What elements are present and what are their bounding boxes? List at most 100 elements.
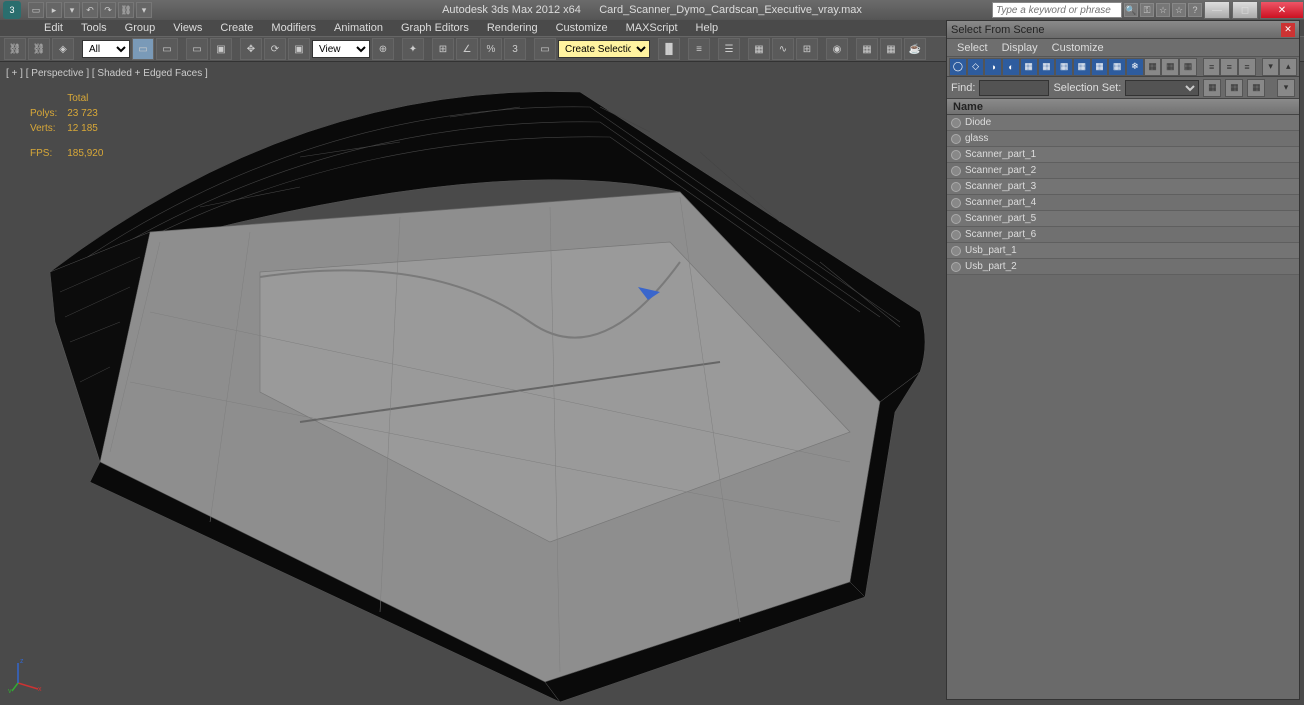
redo-icon[interactable]: ↷ xyxy=(100,2,116,18)
window-crossing-icon[interactable]: ▣ xyxy=(210,38,232,60)
help-icon[interactable]: ? xyxy=(1188,3,1202,17)
link-icon[interactable]: ⛓ xyxy=(118,2,134,18)
selset-btn1-icon[interactable]: ▦ xyxy=(1203,79,1221,97)
filter-cameras-icon[interactable]: ◐ xyxy=(1002,58,1020,76)
selset-btn2-icon[interactable]: ▦ xyxy=(1225,79,1243,97)
percent-snap-icon[interactable]: % xyxy=(480,38,502,60)
menu-views[interactable]: Views xyxy=(165,22,210,34)
filter-spacewarps-icon[interactable]: ▦ xyxy=(1038,58,1056,76)
menu-maxscript[interactable]: MAXScript xyxy=(618,22,686,34)
list-item[interactable]: Scanner_part_4 xyxy=(947,195,1299,211)
render-setup-icon[interactable]: ▦ xyxy=(856,38,878,60)
open-icon[interactable]: ▸ xyxy=(46,2,62,18)
render-icon[interactable]: ☕ xyxy=(904,38,926,60)
visibility-toggle-icon[interactable] xyxy=(951,230,961,240)
visibility-toggle-icon[interactable] xyxy=(951,214,961,224)
filter-geometry-icon[interactable]: ◯ xyxy=(949,58,967,76)
sfs-list[interactable]: DiodeglassScanner_part_1Scanner_part_2Sc… xyxy=(947,115,1299,699)
filter-shapes-icon[interactable]: ◇ xyxy=(967,58,985,76)
named-selset-combo[interactable]: Create Selection Se xyxy=(558,40,650,58)
material-editor-icon[interactable]: ◉ xyxy=(826,38,848,60)
list-item[interactable]: Usb_part_1 xyxy=(947,243,1299,259)
expand-icon[interactable]: ▴ xyxy=(1279,58,1297,76)
filter-bones-icon[interactable]: ▦ xyxy=(1091,58,1109,76)
list-item[interactable]: Scanner_part_3 xyxy=(947,179,1299,195)
filter-frozen-icon[interactable]: ❄ xyxy=(1126,58,1144,76)
link-icon[interactable]: ⛓ xyxy=(4,38,26,60)
select-none-icon[interactable]: ▦ xyxy=(1161,58,1179,76)
list-item[interactable]: Scanner_part_5 xyxy=(947,211,1299,227)
visibility-toggle-icon[interactable] xyxy=(951,134,961,144)
close-button[interactable]: ✕ xyxy=(1260,1,1304,19)
find-input[interactable] xyxy=(979,80,1049,96)
menu-animation[interactable]: Animation xyxy=(326,22,391,34)
menu-create[interactable]: Create xyxy=(212,22,261,34)
visibility-toggle-icon[interactable] xyxy=(951,182,961,192)
star-icon[interactable]: ☆ xyxy=(1156,3,1170,17)
menu-edit[interactable]: Edit xyxy=(36,22,71,34)
select-all-icon[interactable]: ▦ xyxy=(1144,58,1162,76)
key-icon[interactable]: ⚿ xyxy=(1140,3,1154,17)
select-name-icon[interactable]: ▭ xyxy=(156,38,178,60)
bind-icon[interactable]: ◈ xyxy=(52,38,74,60)
undo-icon[interactable]: ↶ xyxy=(82,2,98,18)
pivot-icon[interactable]: ⊕ xyxy=(372,38,394,60)
select-invert-icon[interactable]: ▦ xyxy=(1179,58,1197,76)
sfs-menu-customize[interactable]: Customize xyxy=(1052,42,1104,54)
graphite-icon[interactable]: ▦ xyxy=(748,38,770,60)
collapse-icon[interactable]: ▾ xyxy=(1262,58,1280,76)
visibility-toggle-icon[interactable] xyxy=(951,246,961,256)
binoculars-icon[interactable]: 🔍 xyxy=(1124,3,1138,17)
move-icon[interactable]: ✥ xyxy=(240,38,262,60)
sfs-column-header[interactable]: Name xyxy=(947,99,1299,115)
schematic-icon[interactable]: ⊞ xyxy=(796,38,818,60)
list-item[interactable]: Scanner_part_2 xyxy=(947,163,1299,179)
options-icon[interactable]: ▾ xyxy=(1277,79,1295,97)
menu-help[interactable]: Help xyxy=(688,22,727,34)
visibility-toggle-icon[interactable] xyxy=(951,198,961,208)
filter-helpers-icon[interactable]: ▦ xyxy=(1020,58,1038,76)
selection-filter-combo[interactable]: All xyxy=(82,40,130,58)
visibility-toggle-icon[interactable] xyxy=(951,166,961,176)
list-item[interactable]: Scanner_part_1 xyxy=(947,147,1299,163)
sfs-menu-display[interactable]: Display xyxy=(1002,42,1038,54)
save-icon[interactable]: ▾ xyxy=(64,2,80,18)
sfs-titlebar[interactable]: Select From Scene ✕ xyxy=(947,21,1299,39)
mirror-icon[interactable]: ▐▌ xyxy=(658,38,680,60)
search-input[interactable] xyxy=(992,2,1122,18)
list-view2-icon[interactable]: ≡ xyxy=(1220,58,1238,76)
list-item[interactable]: glass xyxy=(947,131,1299,147)
app-icon[interactable]: 3 xyxy=(3,1,21,19)
editnamed-icon[interactable]: ▭ xyxy=(534,38,556,60)
spinner-snap-icon[interactable]: 3 xyxy=(504,38,526,60)
menu-customize[interactable]: Customize xyxy=(548,22,616,34)
new-icon[interactable]: ▭ xyxy=(28,2,44,18)
menu-rendering[interactable]: Rendering xyxy=(479,22,546,34)
visibility-toggle-icon[interactable] xyxy=(951,262,961,272)
sfs-close-button[interactable]: ✕ xyxy=(1281,23,1295,37)
filter-containers-icon[interactable]: ▦ xyxy=(1108,58,1126,76)
rect-select-icon[interactable]: ▭ xyxy=(186,38,208,60)
layers-icon[interactable]: ☰ xyxy=(718,38,740,60)
menu-tools[interactable]: Tools xyxy=(73,22,115,34)
visibility-toggle-icon[interactable] xyxy=(951,118,961,128)
render-frame-icon[interactable]: ▦ xyxy=(880,38,902,60)
selset-btn3-icon[interactable]: ▦ xyxy=(1247,79,1265,97)
filter-xrefs-icon[interactable]: ▦ xyxy=(1073,58,1091,76)
star2-icon[interactable]: ☆ xyxy=(1172,3,1186,17)
list-view-icon[interactable]: ≡ xyxy=(1203,58,1221,76)
ref-coord-combo[interactable]: View xyxy=(312,40,370,58)
list-item[interactable]: Scanner_part_6 xyxy=(947,227,1299,243)
align-icon[interactable]: ≡ xyxy=(688,38,710,60)
list-item[interactable]: Diode xyxy=(947,115,1299,131)
filter-lights-icon[interactable]: ◑ xyxy=(984,58,1002,76)
manipulate-icon[interactable]: ✦ xyxy=(402,38,424,60)
axis-gizmo[interactable]: z x y xyxy=(8,657,44,693)
angle-snap-icon[interactable]: ∠ xyxy=(456,38,478,60)
dropdown-icon[interactable]: ▾ xyxy=(136,2,152,18)
sfs-menu-select[interactable]: Select xyxy=(957,42,988,54)
minimize-button[interactable]: — xyxy=(1204,1,1230,19)
curve-editor-icon[interactable]: ∿ xyxy=(772,38,794,60)
visibility-toggle-icon[interactable] xyxy=(951,150,961,160)
maximize-button[interactable]: ◻ xyxy=(1232,1,1258,19)
